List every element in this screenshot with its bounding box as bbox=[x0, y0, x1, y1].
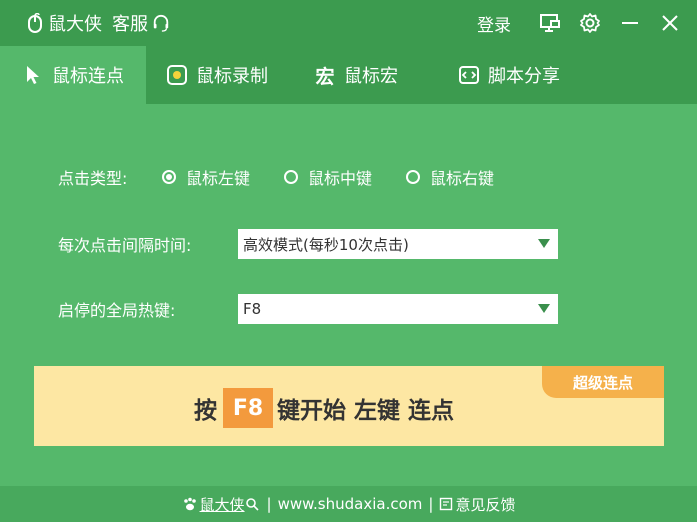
radio-left-button[interactable]: 鼠标左键 bbox=[162, 165, 250, 189]
interval-label: 每次点击间隔时间: bbox=[58, 236, 192, 255]
tab-auto-click[interactable]: 鼠标连点 bbox=[0, 46, 146, 104]
title-right: 登录 bbox=[477, 8, 685, 38]
footer-site-link[interactable]: www.shudaxia.com bbox=[278, 495, 423, 513]
close-icon[interactable] bbox=[655, 8, 685, 38]
monitor-icon[interactable] bbox=[535, 8, 565, 38]
minimize-icon[interactable] bbox=[615, 8, 645, 38]
hotkey-value: F8 bbox=[243, 300, 262, 318]
banner-message: 按 F8 键开始 左键 连点 bbox=[194, 388, 454, 428]
radio-middle-button[interactable]: 鼠标中键 bbox=[284, 165, 372, 189]
interval-select[interactable]: 高效模式(每秒10次点击) bbox=[238, 229, 558, 259]
macro-glyph-icon: 宏 bbox=[315, 65, 335, 88]
search-icon[interactable] bbox=[245, 497, 259, 511]
footer-bar: 鼠大侠 | www.shudaxia.com | 意见反馈 bbox=[0, 486, 697, 522]
tab-macro[interactable]: 宏 鼠标宏 bbox=[292, 46, 436, 104]
radio-right-button[interactable]: 鼠标右键 bbox=[406, 165, 494, 189]
banner-text-left: 左键 bbox=[354, 398, 400, 424]
mouse-logo-icon bbox=[26, 12, 44, 34]
radio-label: 鼠标左键 bbox=[186, 169, 251, 188]
tab-script-share[interactable]: 脚本分享 bbox=[436, 46, 596, 104]
title-bar: 鼠大侠 客服 登录 bbox=[0, 0, 697, 46]
hotkey-label: 启停的全局热键: bbox=[58, 301, 176, 320]
tab-label: 脚本分享 bbox=[488, 66, 560, 87]
interval-value: 高效模式(每秒10次点击) bbox=[243, 235, 409, 254]
interval-row: 每次点击间隔时间: 高效模式(每秒10次点击) bbox=[58, 229, 558, 259]
app-name: 鼠大侠 bbox=[48, 14, 102, 35]
record-icon bbox=[166, 64, 188, 86]
status-banner: 超级连点 按 F8 键开始 左键 连点 bbox=[34, 366, 664, 446]
dropdown-arrow-icon bbox=[538, 239, 550, 248]
radio-label: 鼠标右键 bbox=[430, 169, 495, 188]
cursor-arrow-icon bbox=[22, 64, 44, 86]
title-left: 鼠大侠 客服 bbox=[26, 10, 174, 36]
hotkey-select[interactable]: F8 bbox=[238, 294, 558, 324]
app-window: 鼠大侠 客服 登录 鼠标连点 鼠标录制 宏 鼠标宏 脚本分享 点击类型: 鼠标左… bbox=[0, 0, 697, 522]
hotkey-badge: F8 bbox=[223, 388, 273, 428]
dropdown-arrow-icon bbox=[538, 304, 550, 313]
footer-separator: | bbox=[266, 495, 272, 513]
tab-record[interactable]: 鼠标录制 bbox=[146, 46, 292, 104]
hotkey-row: 启停的全局热键: F8 bbox=[58, 294, 558, 324]
headset-icon[interactable] bbox=[152, 12, 170, 34]
feedback-link[interactable]: 意见反馈 bbox=[455, 494, 515, 515]
click-type-label: 点击类型: bbox=[58, 169, 128, 188]
tab-label: 鼠标连点 bbox=[52, 66, 124, 87]
radio-label: 鼠标中键 bbox=[308, 169, 373, 188]
banner-text-start: 键开始 bbox=[277, 398, 346, 424]
radio-dot bbox=[406, 170, 421, 184]
radio-dot bbox=[162, 170, 176, 184]
feedback-icon[interactable] bbox=[439, 497, 453, 511]
tab-label: 鼠标宏 bbox=[344, 66, 398, 87]
footer-brand-link[interactable]: 鼠大侠 bbox=[200, 494, 245, 515]
click-type-row: 点击类型: 鼠标左键 鼠标中键 鼠标右键 bbox=[58, 165, 528, 189]
footer-separator: | bbox=[428, 495, 434, 513]
banner-prefix: 按 bbox=[194, 398, 217, 424]
service-link[interactable]: 客服 bbox=[112, 10, 148, 36]
main-tabs: 鼠标连点 鼠标录制 宏 鼠标宏 脚本分享 bbox=[0, 46, 697, 104]
gear-icon[interactable] bbox=[575, 8, 605, 38]
paw-icon bbox=[182, 496, 198, 512]
tab-label: 鼠标录制 bbox=[196, 66, 268, 87]
super-click-badge: 超级连点 bbox=[542, 366, 664, 398]
login-button[interactable]: 登录 bbox=[477, 11, 511, 36]
banner-text-click: 连点 bbox=[408, 398, 454, 424]
script-code-icon bbox=[458, 64, 480, 86]
radio-dot bbox=[284, 170, 299, 184]
